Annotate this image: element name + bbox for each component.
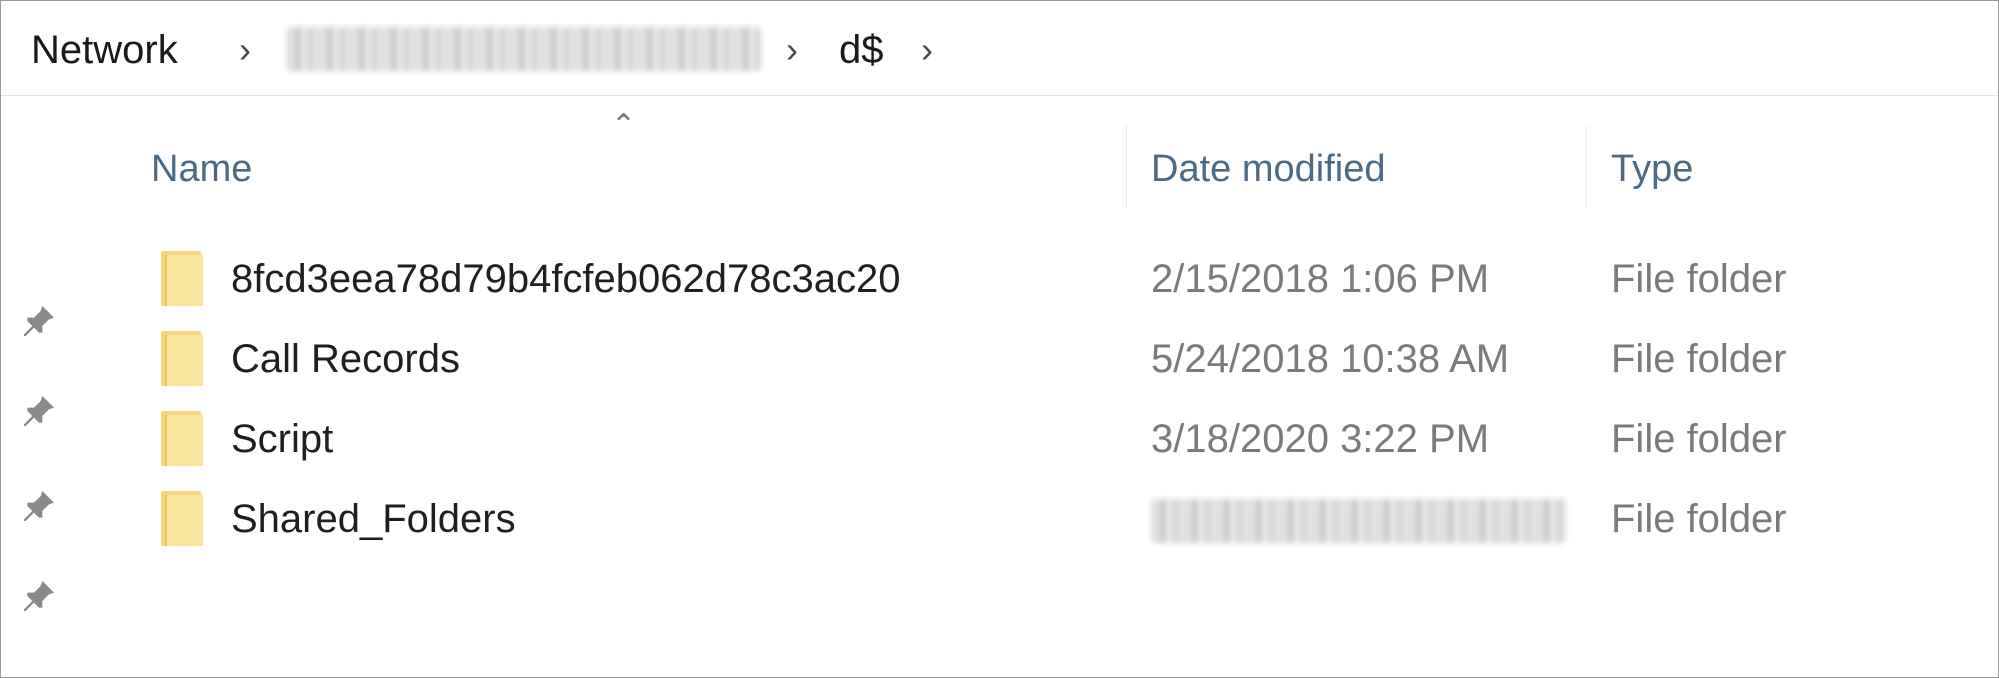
- breadcrumb-item-network[interactable]: Network: [31, 25, 178, 75]
- breadcrumb-item-redacted[interactable]: [286, 27, 761, 71]
- date-modified: 3/18/2020 3:22 PM: [1151, 417, 1490, 461]
- breadcrumb-separator-icon[interactable]: ›: [786, 25, 798, 75]
- file-type: File folder: [1611, 417, 1787, 461]
- table-row[interactable]: Call Records 5/24/2018 10:38 AM File fol…: [151, 321, 1851, 401]
- column-header-name[interactable]: Name: [151, 144, 252, 194]
- file-name[interactable]: Shared_Folders: [231, 493, 516, 545]
- sort-ascending-icon: ⌃: [611, 109, 637, 142]
- pin-icon[interactable]: [19, 391, 59, 431]
- column-divider[interactable]: [1586, 125, 1587, 209]
- date-modified-redacted: [1151, 499, 1566, 543]
- file-name[interactable]: Call Records: [231, 333, 460, 385]
- file-type: File folder: [1611, 337, 1787, 381]
- table-row[interactable]: Shared_Folders File folder: [151, 481, 1851, 561]
- file-name[interactable]: 8fcd3eea78d79b4fcfeb062d78c3ac20: [231, 253, 901, 305]
- column-header-type[interactable]: Type: [1611, 144, 1693, 194]
- pin-icon[interactable]: [19, 576, 59, 616]
- table-row[interactable]: Script 3/18/2020 3:22 PM File folder: [151, 401, 1851, 481]
- date-modified: 2/15/2018 1:06 PM: [1151, 257, 1490, 301]
- folder-icon: [161, 491, 203, 546]
- breadcrumb[interactable]: Network › › d$ ›: [1, 1, 1998, 96]
- file-explorer-window: Network › › d$ › ⌃ Name Date modified Ty…: [0, 0, 1999, 678]
- table-row[interactable]: 8fcd3eea78d79b4fcfeb062d78c3ac20 2/15/20…: [151, 241, 1851, 321]
- pin-icon[interactable]: [19, 301, 59, 341]
- breadcrumb-separator-icon[interactable]: ›: [239, 25, 251, 75]
- file-type: File folder: [1611, 497, 1787, 541]
- folder-icon: [161, 331, 203, 386]
- file-name[interactable]: Script: [231, 413, 333, 465]
- breadcrumb-separator-icon[interactable]: ›: [921, 25, 933, 75]
- breadcrumb-item-d-share[interactable]: d$: [839, 25, 884, 75]
- date-modified: 5/24/2018 10:38 AM: [1151, 337, 1510, 381]
- pin-icon[interactable]: [19, 486, 59, 526]
- column-header-date-modified[interactable]: Date modified: [1151, 144, 1385, 194]
- folder-icon: [161, 251, 203, 306]
- file-type: File folder: [1611, 257, 1787, 301]
- folder-icon: [161, 411, 203, 466]
- column-divider[interactable]: [1126, 125, 1127, 209]
